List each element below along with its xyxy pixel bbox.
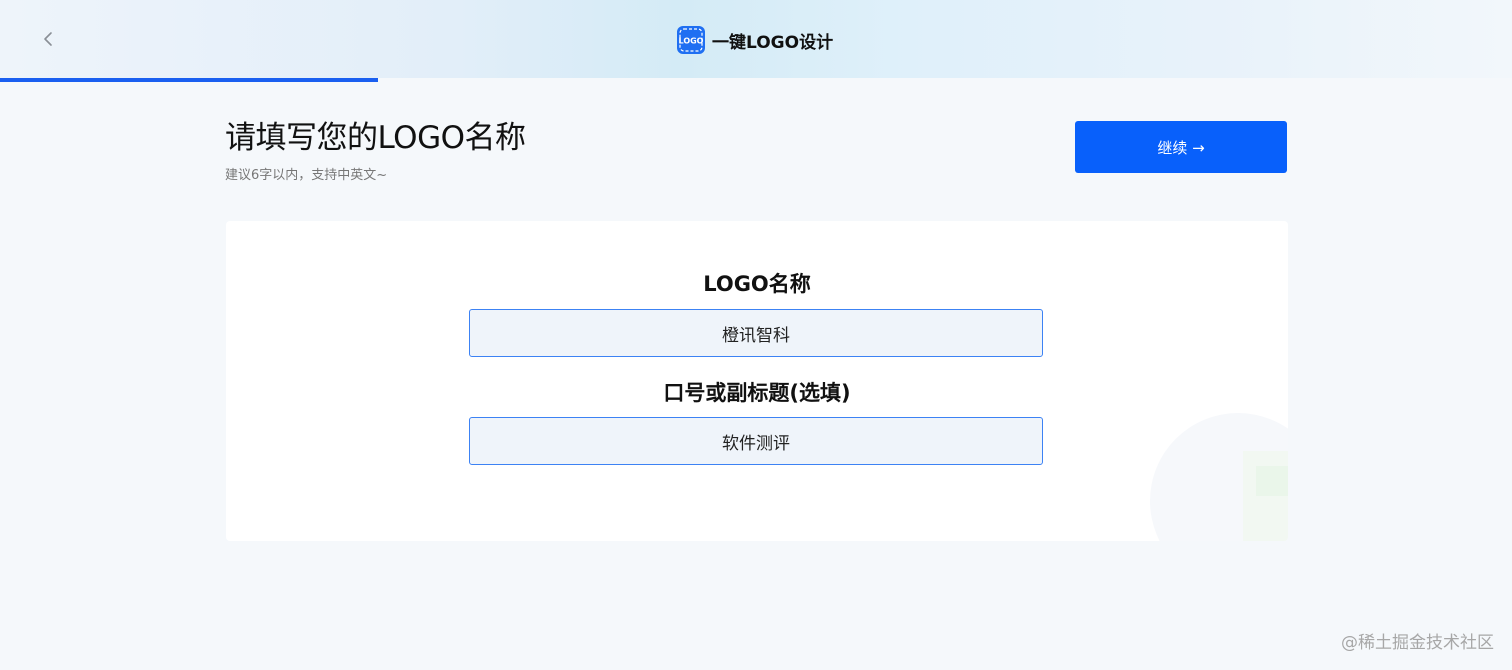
page: LOGO 一键LOGO设计 请填写您的LOGO名称 建议6字以内，支持中英文~ … <box>0 0 1512 670</box>
brand-title: 一键LOGO设计 <box>712 32 834 53</box>
page-subtitle: 建议6字以内，支持中英文~ <box>225 168 388 183</box>
back-button[interactable] <box>36 26 62 52</box>
progress-fill <box>0 78 378 82</box>
logo-badge-icon: LOGO <box>677 26 705 54</box>
logo-name-input[interactable] <box>469 309 1043 357</box>
form-card: LOGO名称 口号或副标题(选填) <box>226 221 1288 541</box>
watermark: @稀土掘金技术社区 <box>1341 633 1494 653</box>
logo-name-label: LOGO名称 <box>703 272 811 296</box>
chevron-left-icon <box>44 32 52 46</box>
logo-badge-text: LOGO <box>679 37 704 46</box>
continue-button[interactable]: 继续 → <box>1075 121 1287 173</box>
page-title: 请填写您的LOGO名称 <box>225 120 526 156</box>
top-bar: LOGO 一键LOGO设计 <box>0 0 1512 78</box>
slogan-input[interactable] <box>469 417 1043 465</box>
continue-label: 继续 → <box>1157 138 1205 157</box>
decoration-graphic <box>1150 413 1288 541</box>
progress-bar <box>0 78 1512 82</box>
brand: LOGO 一键LOGO设计 <box>677 26 833 54</box>
slogan-label: 口号或副标题(选填) <box>663 381 851 405</box>
